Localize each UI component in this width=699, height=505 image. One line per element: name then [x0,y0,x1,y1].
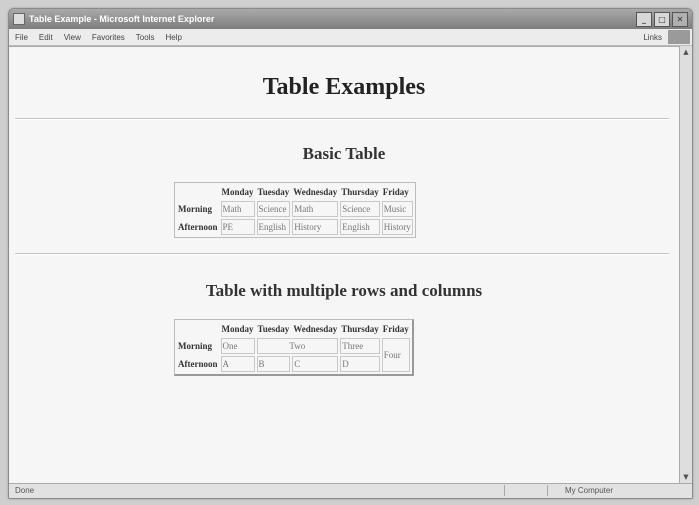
header-blank [177,185,219,199]
row-label-afternoon: Afternoon [178,222,218,232]
menu-view[interactable]: View [64,33,81,42]
multi-table-title: Table with multiple rows and columns [205,281,483,300]
table-cell: Math [292,201,339,217]
table-row: Morning One Two Three Four [177,338,410,372]
header-friday: Friday [382,187,409,197]
table-cell: B [256,356,291,372]
divider [15,118,669,120]
table-cell: Music [381,201,413,217]
table-cell: PE [220,219,255,235]
table-cell: D [340,356,380,372]
table-cell: Three [340,338,380,354]
basic-table-title: Basic Table [302,144,386,163]
menu-edit[interactable]: Edit [39,33,53,42]
header-tuesday: Tuesday [257,187,290,197]
browser-window: Table Example - Microsoft Internet Explo… [8,8,693,499]
zone-label: My Computer [565,486,614,495]
multi-table: Monday Tuesday Wednesday Thursday Friday… [174,319,414,376]
table-cell-merged: Four [381,338,410,372]
table-cell: One [220,338,255,354]
status-text: Done [15,486,35,495]
maximize-icon[interactable]: □ [654,11,670,27]
row-label-afternoon: Afternoon [178,359,218,369]
status-pane [504,485,545,496]
menu-file[interactable]: File [15,33,28,42]
minimize-icon[interactable]: _ [636,11,652,27]
row-label-morning: Morning [178,341,213,351]
scroll-down-icon[interactable]: ▼ [680,471,692,483]
header-tuesday: Tuesday [257,324,290,334]
menu-help[interactable]: Help [165,33,181,42]
table-row: Afternoon A B C D [177,356,410,372]
page-content: Table Examples Basic Table Monday Tuesda… [9,46,679,484]
table-row: Morning Math Science Math Science Music [177,201,413,217]
menu-bar: File Edit View Favorites Tools Help Link… [9,29,692,46]
table-cell: Math [220,201,255,217]
table-cell: History [381,219,413,235]
header-wednesday: Wednesday [293,324,338,334]
vertical-scrollbar[interactable]: ▲ ▼ [679,46,692,483]
header-thursday: Thursday [341,324,379,334]
status-bar: Done My Computer [9,483,692,498]
links-button[interactable]: Links [643,33,662,42]
page-title: Table Examples [262,74,426,100]
table-cell: C [292,356,339,372]
table-cell-merged: Two [256,338,339,354]
table-cell: A [220,356,255,372]
menu-favorites[interactable]: Favorites [92,33,125,42]
divider [15,253,669,255]
header-monday: Monday [221,187,254,197]
header-thursday: Thursday [341,187,379,197]
row-label-morning: Morning [178,204,213,214]
table-cell: History [292,219,339,235]
table-cell: English [340,219,380,235]
table-row: Afternoon PE English History English His… [177,219,413,235]
ie-icon [13,13,25,25]
window-title: Table Example - Microsoft Internet Explo… [29,14,215,24]
header-friday: Friday [382,324,409,334]
status-pane [547,485,558,496]
scroll-up-icon[interactable]: ▲ [680,46,692,58]
table-cell: English [256,219,291,235]
close-icon[interactable]: ✕ [672,11,688,27]
basic-table: Monday Tuesday Wednesday Thursday Friday… [174,182,416,238]
table-cell: Science [340,201,380,217]
windows-logo-icon [668,30,690,44]
title-bar: Table Example - Microsoft Internet Explo… [9,9,692,29]
header-blank [177,322,219,336]
menu-tools[interactable]: Tools [136,33,155,42]
table-cell: Science [256,201,291,217]
header-wednesday: Wednesday [293,187,338,197]
header-monday: Monday [221,324,254,334]
